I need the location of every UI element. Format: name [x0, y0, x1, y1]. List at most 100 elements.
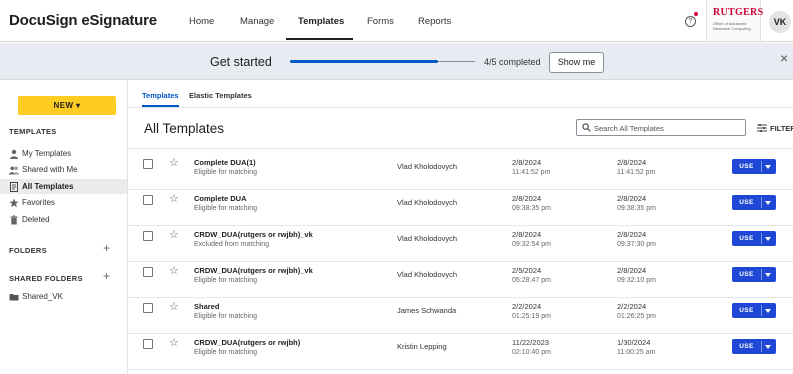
close-icon[interactable]: × — [780, 50, 788, 66]
use-label: USE — [739, 235, 754, 242]
use-label: USE — [739, 343, 754, 350]
modified-time: 09:32:10 pm — [617, 277, 656, 284]
page-title: All Templates — [144, 121, 225, 136]
created-time: 05:28:47 pm — [512, 277, 551, 284]
template-owner: Vlad Kholodovych — [397, 234, 458, 243]
table-row[interactable]: ☆ Complete DUA(1) Eligible for matching … — [128, 154, 793, 190]
row-checkbox[interactable] — [143, 195, 153, 205]
nav-reports[interactable]: Reports — [418, 16, 451, 27]
template-owner: Vlad Kholodovych — [397, 162, 458, 171]
chevron-down-icon[interactable] — [765, 237, 771, 241]
template-name[interactable]: Complete DUA(1) — [194, 158, 256, 167]
people-icon — [9, 166, 19, 175]
created-time: 09:32:54 pm — [512, 241, 551, 248]
favorite-star-icon[interactable]: ☆ — [169, 156, 179, 169]
sidebar: NEW ▾ TEMPLATES My Templates Shared with… — [0, 81, 128, 374]
filter-icon — [757, 124, 767, 132]
table-row[interactable]: ☆ Complete DUA Eligible for matching Vla… — [128, 190, 793, 226]
tab-elastic-templates[interactable]: Elastic Templates — [189, 91, 252, 100]
created-time: 11:41:52 pm — [512, 169, 551, 176]
templates-heading: TEMPLATES — [9, 127, 57, 136]
template-status: Eligible for matching — [194, 349, 258, 356]
modified-date: 1/30/2024 — [617, 338, 651, 347]
favorite-star-icon[interactable]: ☆ — [169, 228, 179, 241]
template-name[interactable]: Complete DUA — [194, 194, 247, 203]
shared-folder-item[interactable]: Shared_VK — [0, 289, 127, 304]
sidebar-item-shared-with-me[interactable]: Shared with Me — [0, 162, 127, 177]
row-checkbox[interactable] — [143, 159, 153, 169]
show-me-button[interactable]: Show me — [549, 52, 604, 73]
search-input-box[interactable] — [576, 119, 746, 136]
modified-time: 11:00:25 am — [617, 349, 656, 356]
notification-dot — [694, 12, 698, 16]
modified-date: 2/8/2024 — [617, 194, 647, 203]
docusign-logo[interactable]: DocuSign eSignature — [9, 12, 157, 29]
use-button[interactable]: USE — [732, 303, 776, 318]
modified-date: 2/8/2024 — [617, 158, 647, 167]
favorite-star-icon[interactable]: ☆ — [169, 192, 179, 205]
use-button[interactable]: USE — [732, 195, 776, 210]
use-button[interactable]: USE — [732, 339, 776, 354]
org-logo-subtitle: Office of Advanced Research Computing — [713, 21, 751, 31]
add-shared-folder-button[interactable]: + — [103, 269, 110, 283]
avatar[interactable]: VK — [769, 11, 791, 33]
use-separator — [761, 269, 762, 280]
use-label: USE — [739, 307, 754, 314]
filter-button[interactable]: FILTER — [757, 124, 793, 133]
nav-manage[interactable]: Manage — [240, 16, 274, 27]
favorite-star-icon[interactable]: ☆ — [169, 336, 179, 349]
question-circle-icon[interactable]: ? — [685, 16, 696, 27]
template-name[interactable]: CRDW_DUA(rutgers or rwjbh)_vk — [194, 266, 313, 275]
sidebar-item-favorites[interactable]: Favorites — [0, 195, 127, 210]
favorite-star-icon[interactable]: ☆ — [169, 300, 179, 313]
sidebar-item-label: Deleted — [22, 215, 50, 224]
template-name[interactable]: CRDW_DUA(rutgers or rwjbh) — [194, 338, 300, 347]
search-input[interactable] — [594, 122, 742, 134]
chevron-down-icon[interactable] — [765, 201, 771, 205]
table-row[interactable]: ☆ CRDW_DUA(rutgers or rwjbh)_vk Excluded… — [128, 226, 793, 262]
sidebar-item-my-templates[interactable]: My Templates — [0, 146, 127, 161]
table-row[interactable]: ☆ Shared Eligible for matching James Sch… — [128, 298, 793, 334]
chevron-down-icon[interactable] — [765, 273, 771, 277]
template-owner: Kristin Lepping — [397, 342, 447, 351]
template-name[interactable]: Shared — [194, 302, 219, 311]
row-checkbox[interactable] — [143, 303, 153, 313]
created-date: 2/5/2024 — [512, 266, 542, 275]
nav-templates[interactable]: Templates — [298, 16, 344, 27]
modified-date: 2/2/2024 — [617, 302, 647, 311]
created-time: 02:10:40 pm — [512, 349, 551, 356]
modified-time: 11:41:52 pm — [617, 169, 656, 176]
main-content: Templates Elastic Templates All Template… — [128, 81, 793, 374]
row-checkbox[interactable] — [143, 339, 153, 349]
modified-time: 09:37:30 pm — [617, 241, 656, 248]
template-owner: James Schwanda — [397, 306, 457, 315]
list-divider — [128, 148, 793, 149]
nav-home[interactable]: Home — [189, 16, 214, 27]
chevron-down-icon[interactable] — [765, 345, 771, 349]
template-owner: Vlad Kholodovych — [397, 198, 458, 207]
sidebar-item-all-templates[interactable]: All Templates — [0, 179, 127, 194]
favorite-star-icon[interactable]: ☆ — [169, 264, 179, 277]
sidebar-item-deleted[interactable]: Deleted — [0, 212, 127, 227]
row-checkbox[interactable] — [143, 231, 153, 241]
use-button[interactable]: USE — [732, 159, 776, 174]
use-label: USE — [739, 271, 754, 278]
tab-templates[interactable]: Templates — [142, 91, 179, 100]
use-button[interactable]: USE — [732, 267, 776, 282]
chevron-down-icon[interactable] — [765, 165, 771, 169]
table-row[interactable]: ☆ CRDW_DUA(rutgers or rwjbh)_vk Eligible… — [128, 262, 793, 298]
created-date: 11/22/2023 — [512, 338, 549, 347]
created-date: 2/8/2024 — [512, 230, 542, 239]
new-button[interactable]: NEW ▾ — [18, 96, 116, 115]
use-label: USE — [739, 199, 754, 206]
template-name[interactable]: CRDW_DUA(rutgers or rwjbh)_vk — [194, 230, 313, 239]
table-row[interactable]: ☆ CRDW_DUA(rutgers or rwjbh) Eligible fo… — [128, 334, 793, 370]
nav-forms[interactable]: Forms — [367, 16, 394, 27]
add-folder-button[interactable]: + — [103, 241, 110, 255]
created-date: 2/8/2024 — [512, 194, 542, 203]
template-status: Excluded from matching — [194, 241, 270, 248]
top-nav-bar: DocuSign eSignature Home Manage Template… — [0, 0, 793, 42]
chevron-down-icon[interactable] — [765, 309, 771, 313]
use-button[interactable]: USE — [732, 231, 776, 246]
row-checkbox[interactable] — [143, 267, 153, 277]
